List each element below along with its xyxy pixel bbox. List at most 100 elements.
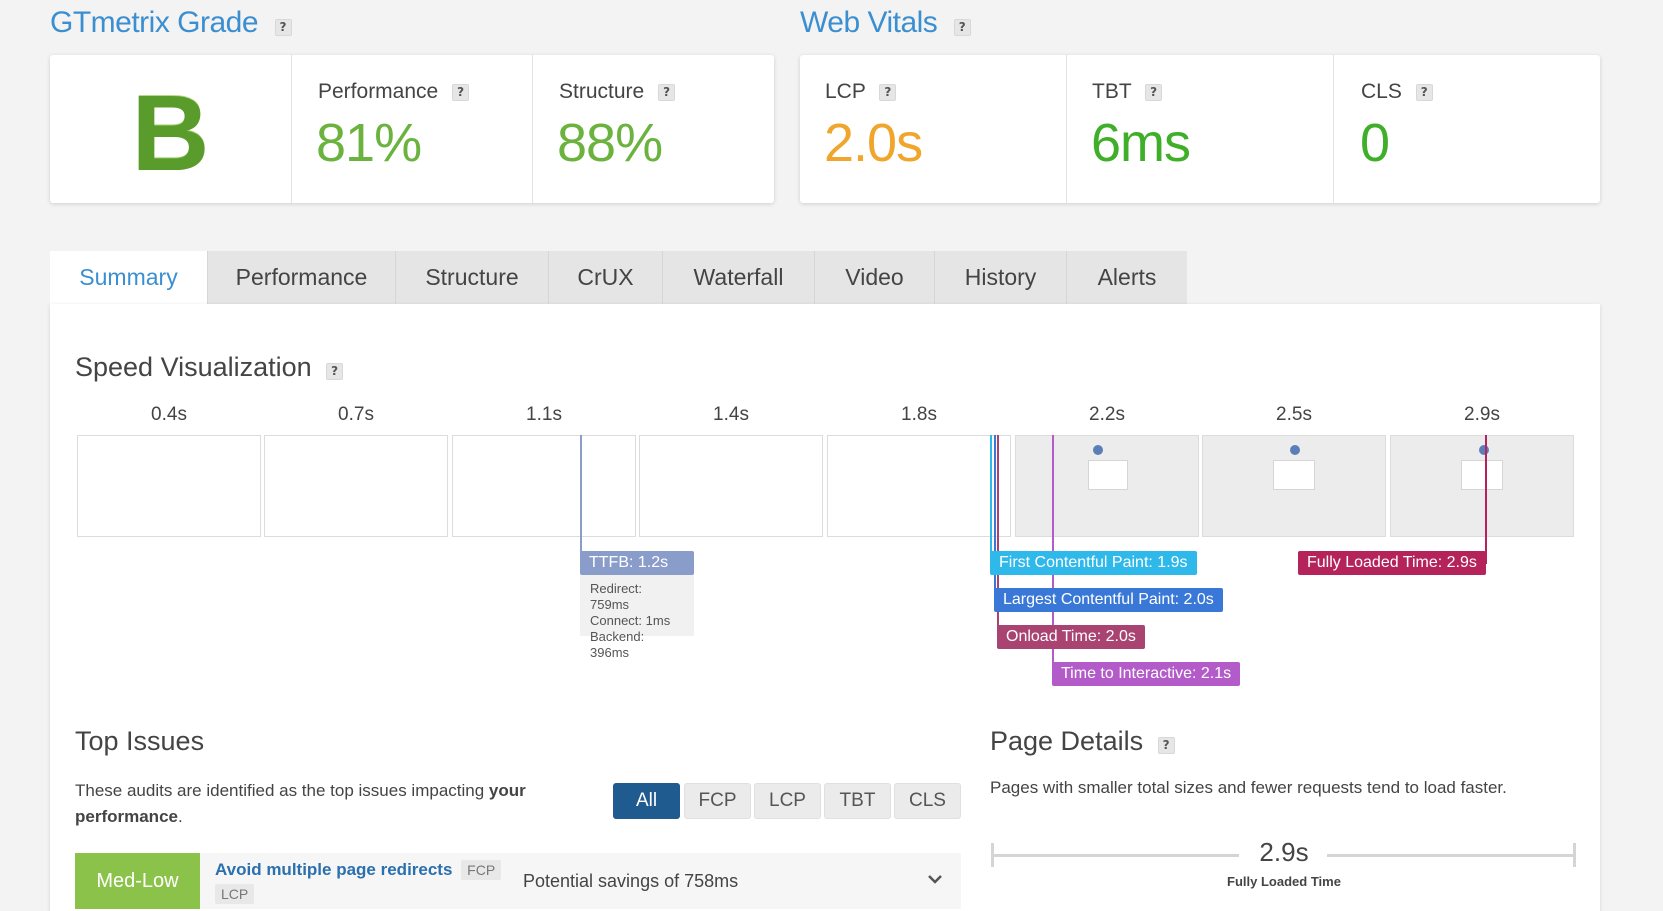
structure-label: Structure ? xyxy=(559,80,676,104)
lcp-help-icon[interactable]: ? xyxy=(879,83,897,101)
vitals-section-header: Web Vitals ? xyxy=(800,6,971,40)
speed-viz-help-icon[interactable]: ? xyxy=(326,363,344,381)
tab-alerts[interactable]: Alerts xyxy=(1067,251,1187,304)
page-thumbnail xyxy=(1088,460,1128,490)
timeline-tick: 1.8s xyxy=(901,404,937,425)
issue-tag-fcp: FCP xyxy=(461,860,502,880)
bar-end-cap xyxy=(1573,843,1576,867)
filter-cls-button[interactable]: CLS xyxy=(894,783,961,819)
wordpress-logo-icon xyxy=(1479,445,1489,455)
filter-tbt-button[interactable]: TBT xyxy=(824,783,891,819)
ttfb-backend: Backend: 396ms xyxy=(590,629,645,660)
grade-card: B Performance ? 81% Structure ? 88% xyxy=(50,55,774,203)
performance-cell: Performance ? 81% xyxy=(291,55,532,203)
ttfb-breakdown: Redirect: 759ms Connect: 1ms Backend: 39… xyxy=(580,575,694,660)
lcp-value: 2.0s xyxy=(824,113,923,173)
performance-label: Performance ? xyxy=(318,80,470,104)
tab-structure[interactable]: Structure xyxy=(396,251,549,304)
issue-title-link[interactable]: Avoid multiple page redirects FCP xyxy=(215,860,502,880)
grade-letter-box: B xyxy=(50,55,291,203)
performance-value: 81% xyxy=(316,113,422,173)
ttfb-redirect: Redirect: 759ms xyxy=(590,581,643,612)
filmstrip-frame-screenshot[interactable] xyxy=(1390,435,1574,537)
tab-summary[interactable]: Summary xyxy=(50,251,208,304)
grade-letter: B xyxy=(131,71,210,192)
issue-row[interactable]: Med-Low Avoid multiple page redirects FC… xyxy=(75,853,961,909)
cls-help-icon[interactable]: ? xyxy=(1415,83,1433,101)
onload-marker: Onload Time: 2.0s xyxy=(997,625,1145,649)
fully-loaded-value: 2.9s xyxy=(1259,837,1309,867)
ttfb-line xyxy=(580,435,582,564)
page-thumbnail xyxy=(1461,460,1503,490)
fully-loaded-line xyxy=(1485,435,1487,564)
tti-marker: Time to Interactive: 2.1s xyxy=(1052,662,1241,686)
ttfb-marker: TTFB: 1.2s xyxy=(580,551,694,575)
tbt-label: TBT ? xyxy=(1092,80,1163,104)
lcp-marker: Largest Contentful Paint: 2.0s xyxy=(994,588,1223,612)
issue-tag-lcp-wrap: LCP xyxy=(215,884,255,904)
tab-video[interactable]: Video xyxy=(815,251,935,304)
top-issues-title: Top Issues xyxy=(75,726,205,756)
tbt-help-icon[interactable]: ? xyxy=(1145,83,1163,101)
cls-label: CLS ? xyxy=(1361,80,1433,104)
filter-lcp-button[interactable]: LCP xyxy=(754,783,821,819)
timeline-tick: 0.7s xyxy=(338,404,374,425)
filmstrip-frame[interactable] xyxy=(77,435,261,537)
lcp-cell: LCP ? 2.0s xyxy=(800,55,1066,203)
page-thumbnail xyxy=(1273,460,1315,490)
grade-help-icon[interactable]: ? xyxy=(274,19,292,37)
filmstrip-frame[interactable] xyxy=(639,435,823,537)
speed-viz-title: Speed Visualization xyxy=(75,352,312,382)
timeline-tick: 1.1s xyxy=(526,404,562,425)
tab-waterfall[interactable]: Waterfall xyxy=(663,251,815,304)
filmstrip-frame-screenshot[interactable] xyxy=(1202,435,1386,537)
tab-performance[interactable]: Performance xyxy=(208,251,396,304)
top-issues-description: These audits are identified as the top i… xyxy=(75,781,526,826)
structure-value: 88% xyxy=(557,113,663,173)
fully-loaded-label: Fully Loaded Time xyxy=(1227,874,1341,889)
timeline-tick: 1.4s xyxy=(713,404,749,425)
filmstrip-frame[interactable] xyxy=(827,435,1011,537)
tbt-value: 6ms xyxy=(1091,113,1191,173)
structure-cell: Structure ? 88% xyxy=(532,55,774,203)
structure-help-icon[interactable]: ? xyxy=(658,83,676,101)
vitals-card: LCP ? 2.0s TBT ? 6ms CLS ? 0 xyxy=(800,55,1600,203)
ttfb-connect: Connect: 1ms xyxy=(590,613,671,628)
lcp-label: LCP ? xyxy=(825,80,897,104)
timeline-tick: 2.9s xyxy=(1464,404,1500,425)
severity-badge: Med-Low xyxy=(75,853,200,909)
performance-help-icon[interactable]: ? xyxy=(452,83,470,101)
filter-all-button[interactable]: All xyxy=(613,783,680,819)
wordpress-logo-icon xyxy=(1093,445,1103,455)
wordpress-logo-icon xyxy=(1290,445,1300,455)
fcp-marker: First Contentful Paint: 1.9s xyxy=(990,551,1197,575)
vitals-help-icon[interactable]: ? xyxy=(953,19,971,37)
grade-section-header: GTmetrix Grade ? xyxy=(50,6,292,40)
vitals-section-title: Web Vitals xyxy=(800,6,938,39)
page-details-header: Page Details ? xyxy=(990,726,1175,757)
issue-savings: Potential savings of 758ms xyxy=(523,871,739,891)
filmstrip-frame[interactable] xyxy=(452,435,636,537)
page-details-title: Page Details xyxy=(990,726,1144,756)
issue-tag-lcp: LCP xyxy=(215,884,255,904)
cls-cell: CLS ? 0 xyxy=(1333,55,1600,203)
timeline-tick: 0.4s xyxy=(151,404,187,425)
chevron-down-icon[interactable] xyxy=(927,871,943,887)
timeline-tick: 2.5s xyxy=(1276,404,1312,425)
page-details-help-icon[interactable]: ? xyxy=(1157,737,1175,755)
fully-loaded-marker: Fully Loaded Time: 2.9s xyxy=(1298,551,1486,575)
cls-value: 0 xyxy=(1360,113,1390,173)
tab-history[interactable]: History xyxy=(935,251,1067,304)
grade-section-title: GTmetrix Grade xyxy=(50,6,259,39)
fcp-line xyxy=(990,435,992,564)
speed-viz-header: Speed Visualization ? xyxy=(75,352,344,383)
lcp-line xyxy=(994,435,996,601)
tab-crux[interactable]: CrUX xyxy=(549,251,663,304)
timeline-tick: 2.2s xyxy=(1089,404,1125,425)
page-details-description: Pages with smaller total sizes and fewer… xyxy=(990,778,1507,797)
bar-left-segment xyxy=(991,854,1239,857)
filmstrip-frame[interactable] xyxy=(264,435,448,537)
filmstrip-frame-screenshot[interactable] xyxy=(1015,435,1199,537)
filter-fcp-button[interactable]: FCP xyxy=(684,783,751,819)
bar-right-segment xyxy=(1327,854,1576,857)
